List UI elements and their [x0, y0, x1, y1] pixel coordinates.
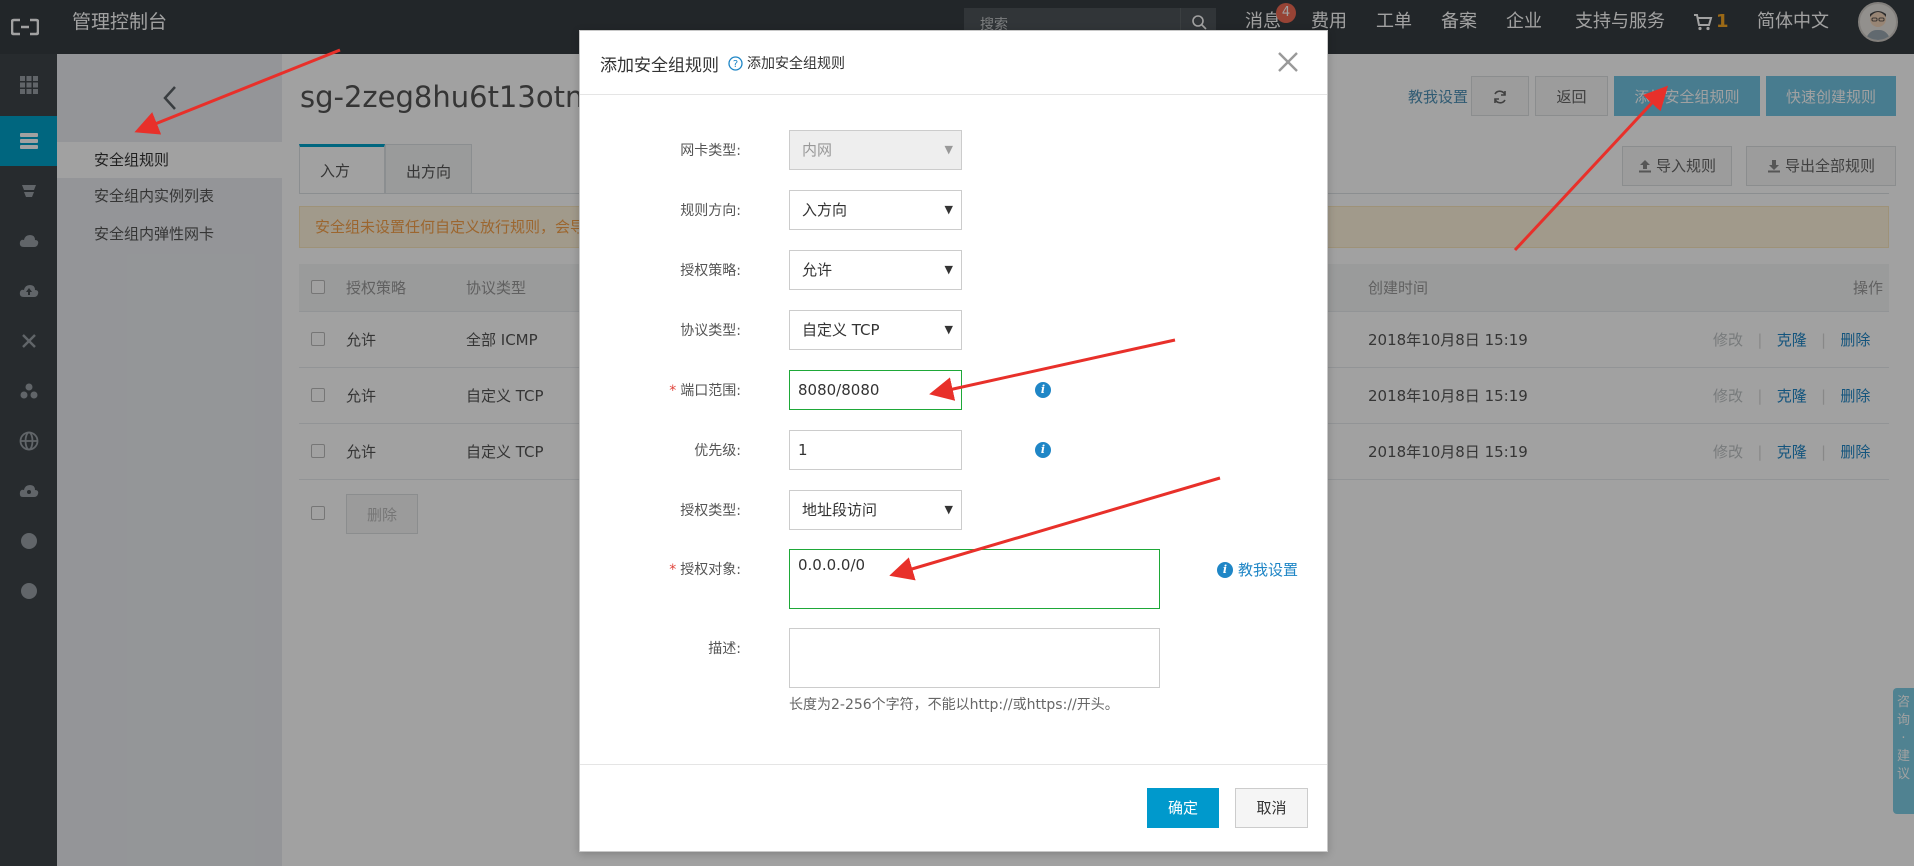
caret-down-icon: ▼: [944, 203, 953, 216]
info-icon: i: [1217, 561, 1233, 578]
teach-me-text: 教我设置: [1238, 561, 1299, 579]
auth-object-label-text: 授权对象:: [680, 562, 741, 578]
dialog-title: 添加安全组规则: [600, 56, 719, 76]
teach-me-link[interactable]: i 教我设置: [1217, 559, 1298, 580]
description-label: 描述:: [708, 641, 741, 657]
nic-type-value: 内网: [802, 141, 833, 159]
caret-down-icon: ▼: [944, 143, 953, 156]
direction-value: 入方向: [802, 201, 848, 219]
auth-type-label: 授权类型:: [680, 503, 741, 519]
port-range-input[interactable]: 8080/8080: [789, 370, 962, 410]
info-icon[interactable]: i: [1035, 382, 1051, 398]
add-rule-dialog: 添加安全组规则 ? 添加安全组规则 网卡类型: 内网 ▼ 规则方向: 入方向 ▼…: [579, 30, 1328, 852]
protocol-value: 自定义 TCP: [802, 321, 880, 339]
description-hint: 长度为2-256个字符，不能以http://或https://开头。: [789, 697, 1119, 713]
dialog-footer-divider: [580, 764, 1327, 765]
svg-text:?: ?: [733, 59, 738, 70]
policy-select[interactable]: 允许 ▼: [789, 250, 962, 290]
direction-select[interactable]: 入方向 ▼: [789, 190, 962, 230]
description-textarea[interactable]: [789, 628, 1160, 688]
confirm-button[interactable]: 确定: [1147, 788, 1219, 828]
dialog-header: 添加安全组规则 ? 添加安全组规则: [580, 31, 1327, 95]
policy-label: 授权策略:: [680, 263, 741, 279]
protocol-select[interactable]: 自定义 TCP ▼: [789, 310, 962, 350]
dialog-help-text: 添加安全组规则: [747, 56, 845, 72]
policy-value: 允许: [802, 261, 833, 279]
auth-object-label: * 授权对象:: [669, 562, 741, 578]
direction-label: 规则方向:: [680, 203, 741, 219]
question-icon: ?: [728, 55, 743, 71]
auth-type-value: 地址段访问: [802, 501, 878, 519]
auth-type-select[interactable]: 地址段访问 ▼: [789, 490, 962, 530]
caret-down-icon: ▼: [944, 323, 953, 336]
close-icon[interactable]: [1271, 45, 1305, 79]
dialog-help-link[interactable]: ? 添加安全组规则: [728, 53, 845, 73]
nic-type-select: 内网 ▼: [789, 130, 962, 170]
cancel-button[interactable]: 取消: [1235, 788, 1308, 828]
port-range-label: * 端口范围:: [669, 383, 741, 399]
priority-label: 优先级:: [694, 443, 741, 459]
info-icon[interactable]: i: [1035, 442, 1051, 458]
caret-down-icon: ▼: [944, 503, 953, 516]
priority-input[interactable]: 1: [789, 430, 962, 470]
port-range-label-text: 端口范围:: [680, 383, 741, 399]
caret-down-icon: ▼: [944, 263, 953, 276]
auth-object-textarea[interactable]: 0.0.0.0/0: [789, 549, 1160, 609]
nic-type-label: 网卡类型:: [680, 143, 741, 159]
protocol-label: 协议类型:: [680, 323, 741, 339]
